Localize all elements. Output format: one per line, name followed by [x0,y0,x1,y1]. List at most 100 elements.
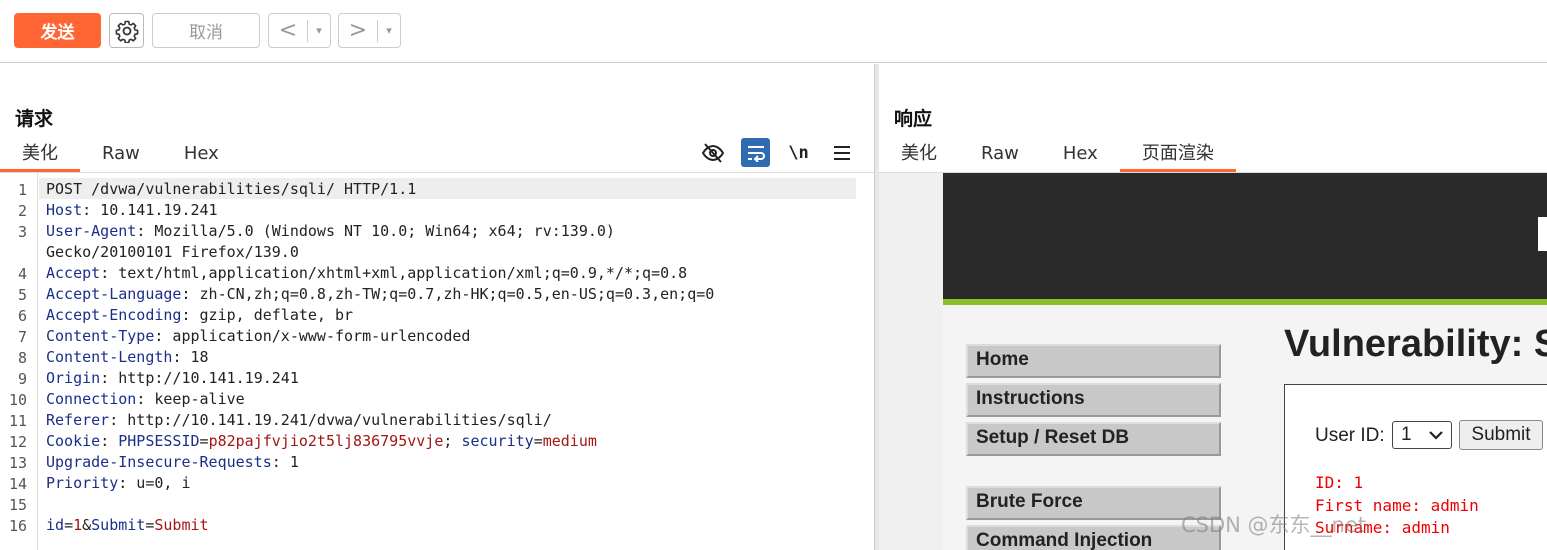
line-number: 4 [17,265,27,283]
tab-render[interactable]: 页面渲染 [1119,141,1236,172]
submit-button[interactable]: Submit [1459,420,1543,450]
chevron-down-icon [1429,431,1443,440]
header-key: security [461,432,534,450]
header-value: : 10.141.19.241 [82,201,218,219]
param-value: 1 [73,516,83,534]
editor-tools: \n [698,138,870,167]
menu-instructions[interactable]: Instructions [966,383,1221,417]
user-id-value: 1 [1401,424,1412,445]
back-arrow-icon: < [278,18,298,43]
back-button[interactable]: < ▾ [268,13,331,48]
cancel-button[interactable]: 取消 [152,13,260,48]
settings-button[interactable] [109,13,144,48]
request-editor[interactable]: 1 POST /dvwa/vulnerabilities/sqli/ HTTP/1… [0,173,874,550]
line-number: 15 [8,496,27,514]
request-title: 请求 [15,108,54,130]
code-line: Host: 10.141.19.241 [46,200,218,221]
forward-arrow-icon: > [348,18,368,43]
header-value: ; [443,432,462,450]
watermark: CSDN @东东__net [1181,513,1367,537]
user-id-select[interactable]: 1 [1392,421,1452,449]
line-number: 8 [17,349,27,367]
header-value: = [64,516,74,534]
newline-icon[interactable]: \n [784,138,813,167]
code-line: Cookie: PHPSESSID=p82pajfvjio2t5lj836795… [46,431,597,452]
header-value: : gzip, deflate, br [181,306,354,324]
header-value: = [533,432,543,450]
header-value: : text/html,application/xhtml+xml,applic… [100,264,688,282]
header-key: Upgrade-Insecure-Requests [46,453,272,471]
line-number: 10 [8,391,27,409]
code-line: Upgrade-Insecure-Requests: 1 [46,452,299,473]
line-number: 7 [17,328,27,346]
dvwa-header [943,173,1547,299]
line-number: 6 [17,307,27,325]
param-value: Submit [154,516,209,534]
wrap-icon[interactable] [741,138,770,167]
header-key: Accept-Encoding [46,306,182,324]
header-key: id [46,516,65,534]
line-number: 2 [17,202,27,220]
menu-setup-reset[interactable]: Setup / Reset DB [966,422,1221,456]
header-value: & [82,516,92,534]
header-value: : zh-CN,zh;q=0.8,zh-TW;q=0.7,zh-HK;q=0.5… [181,285,715,303]
forward-button[interactable]: > ▾ [338,13,401,48]
header-value: = [199,432,209,450]
header-key: Content-Length [46,348,173,366]
header-value: : 18 [172,348,209,366]
header-value: : 1 [271,453,299,471]
code-line: Priority: u=0, i [46,473,191,494]
menu-home[interactable]: Home [966,344,1221,378]
header-value: : http://10.141.19.241/dvwa/vulnerabilit… [109,411,552,429]
rendered-page: Home Instructions Setup / Reset DB Brute… [879,173,1547,550]
header-logo-fragment [1538,217,1547,251]
code-line: Accept: text/html,application/xhtml+xml,… [46,263,687,284]
code-line: Connection: keep-alive [46,389,245,410]
code-line: id=1&Submit=Submit [46,515,209,536]
line-number: 13 [8,454,27,472]
tab-raw[interactable]: Raw [80,141,162,172]
line-number: 5 [17,286,27,304]
header-value: : http://10.141.19.241 [100,369,299,387]
header-value: : application/x-www-form-urlencoded [154,327,471,345]
header-key: Origin [46,369,101,387]
code-line: Content-Length: 18 [46,347,209,368]
user-id-label: User ID: [1315,425,1385,446]
header-key: Referer [46,411,110,429]
request-pane: 请求 美化 Raw Hex \n 1 POST /dvwa/vulnerabili… [0,64,874,550]
header-key: Priority [46,474,119,492]
line-number: 14 [8,475,27,493]
code-line: Referer: http://10.141.19.241/dvwa/vulne… [46,410,552,431]
code-line: Accept-Language: zh-CN,zh;q=0.8,zh-TW;q=… [46,284,714,305]
tab-hex[interactable]: Hex [1041,141,1120,172]
code-line: Accept-Encoding: gzip, deflate, br [46,305,353,326]
header-key: User-Agent [46,222,137,240]
header-value: : [100,432,119,450]
response-tabs: 美化 Raw Hex 页面渲染 [879,141,1236,172]
gear-icon [115,20,138,43]
vulnerability-title: Vulnerability: S [1284,323,1547,365]
header-value: POST /dvwa/vulnerabilities/sqli/ HTTP/1.… [46,180,417,198]
tab-pretty[interactable]: 美化 [879,141,959,172]
line-number: 3 [17,223,27,241]
eye-slash-icon[interactable] [698,138,727,167]
code-line: User-Agent: Mozilla/5.0 (Windows NT 10.0… [46,221,615,242]
line-number: 11 [8,412,27,430]
header-key: Submit [91,516,146,534]
tab-raw[interactable]: Raw [959,141,1041,172]
header-value: Gecko/20100101 Firefox/139.0 [46,243,299,261]
line-number: 9 [17,370,27,388]
header-key: Content-Type [46,327,155,345]
chevron-down-icon[interactable]: ▾ [378,24,400,37]
menu-icon[interactable] [827,138,856,167]
tab-pretty[interactable]: 美化 [0,141,80,172]
line-number: 1 [17,181,27,199]
header-value: : keep-alive [136,390,245,408]
tab-hex[interactable]: Hex [162,141,241,172]
header-key: Connection [46,390,137,408]
send-button[interactable]: 发送 [14,13,101,48]
header-value: : u=0, i [118,474,191,492]
chevron-down-icon[interactable]: ▾ [308,24,330,37]
line-number: 12 [8,433,27,451]
code-line: POST /dvwa/vulnerabilities/sqli/ HTTP/1.… [46,179,416,200]
